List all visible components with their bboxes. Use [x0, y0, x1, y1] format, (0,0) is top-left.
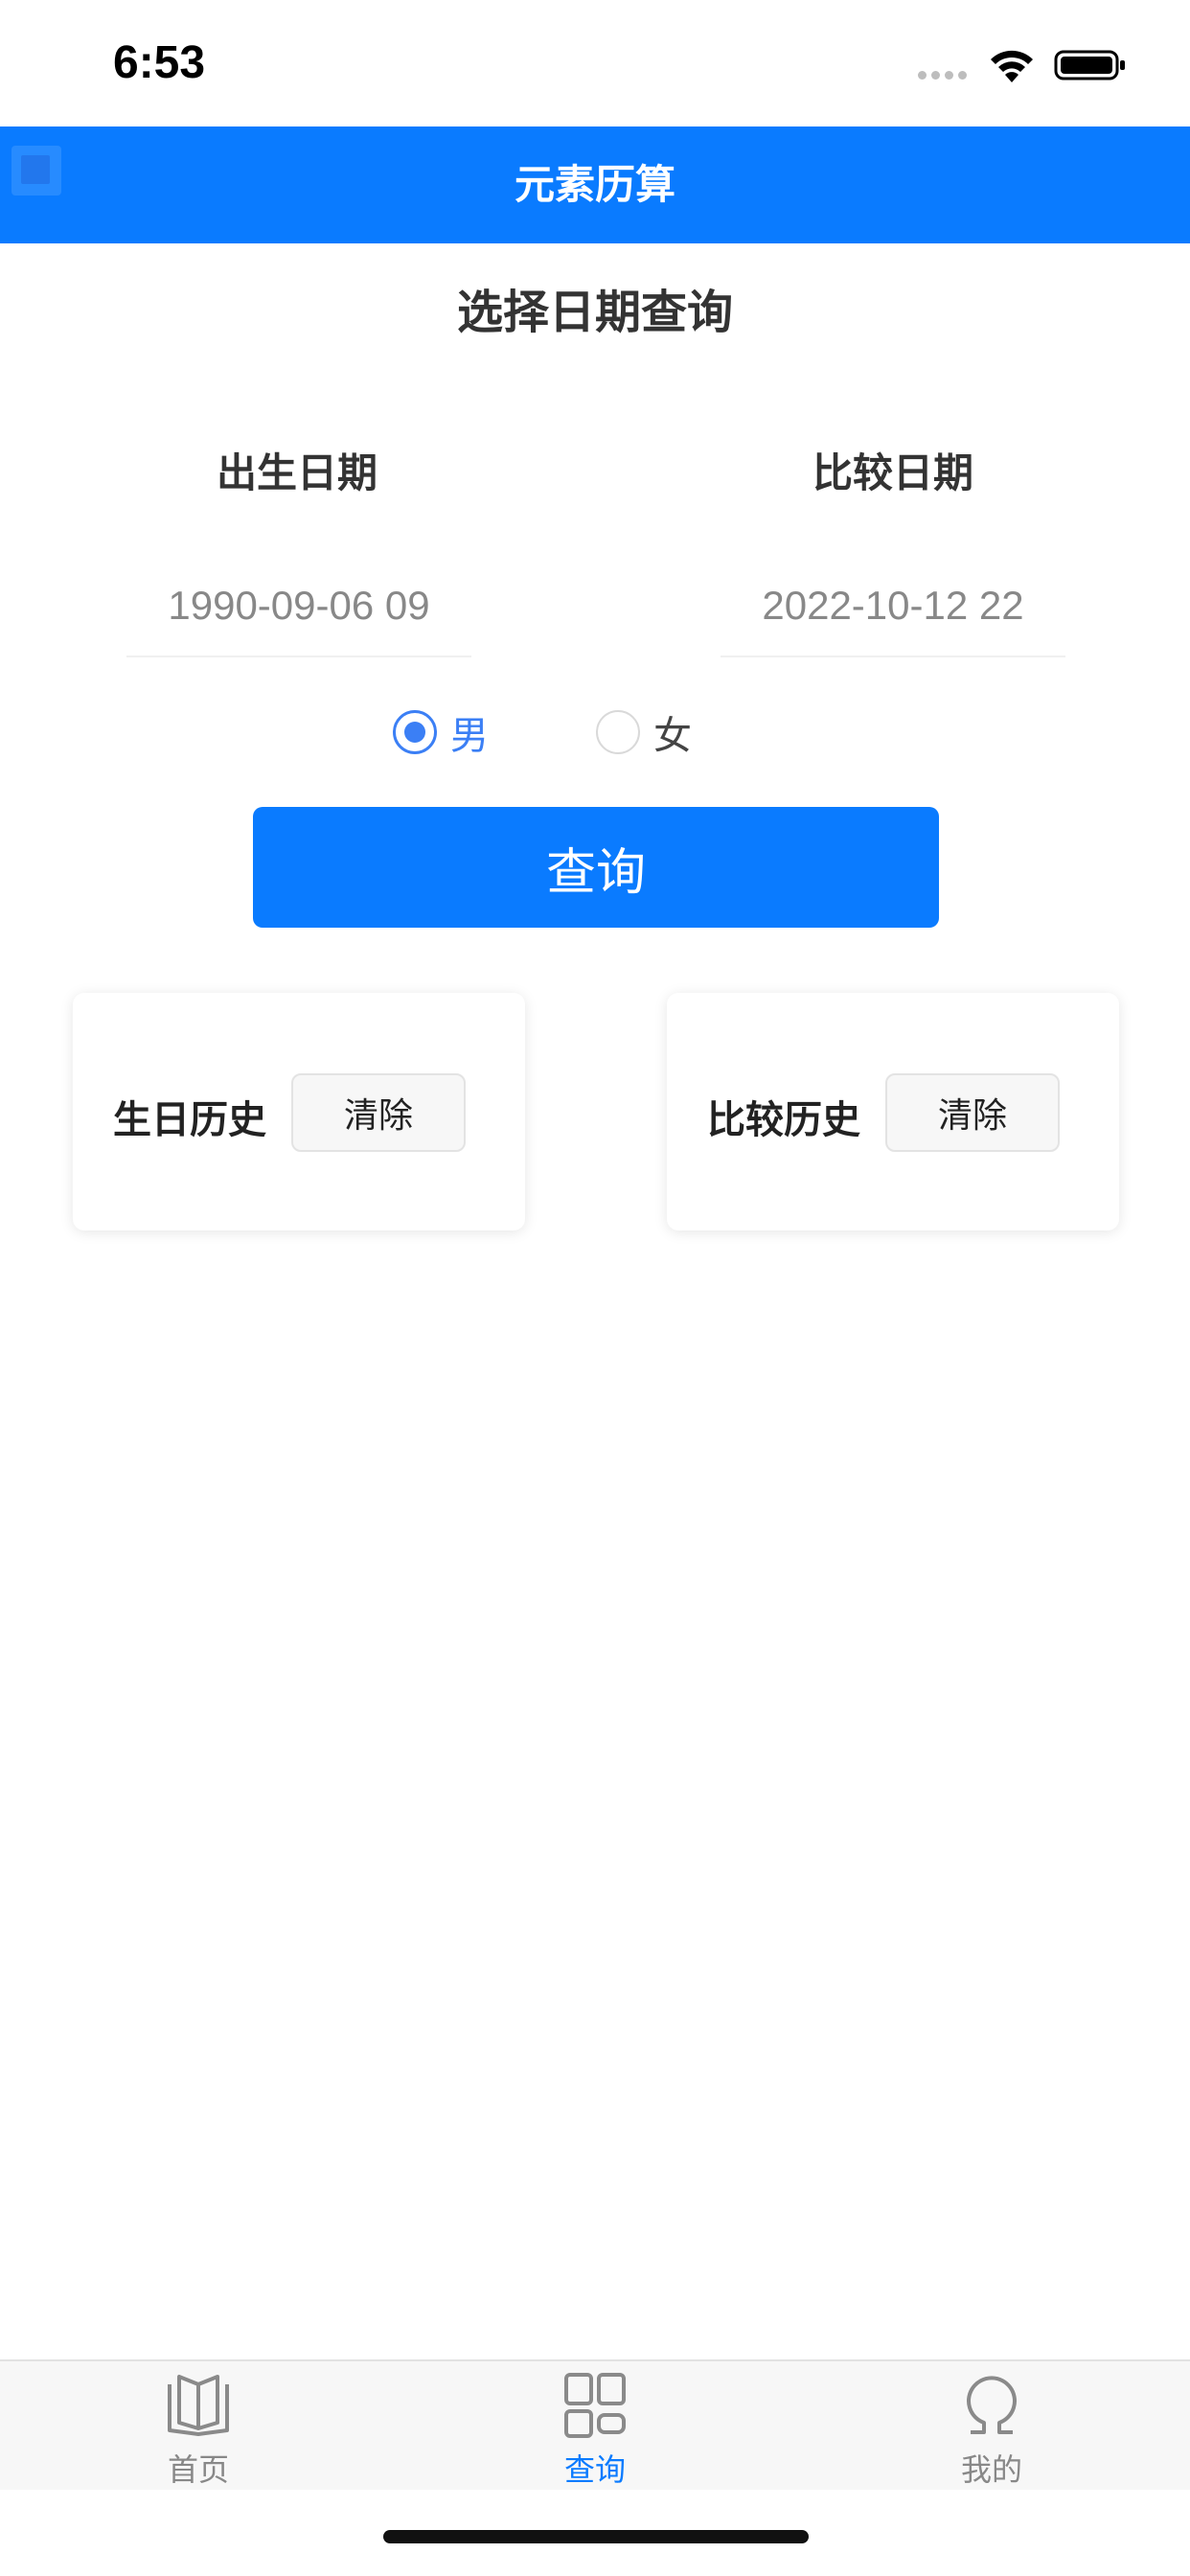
- tab-query[interactable]: 查询: [397, 2361, 793, 2492]
- compare-date-input[interactable]: [721, 556, 1065, 657]
- birthday-history-label: 生日历史: [113, 1098, 266, 1142]
- nav-bar: 元素历算: [0, 126, 1190, 243]
- page-title: 选择日期查询: [456, 286, 733, 339]
- status-time: 6:53: [113, 37, 206, 88]
- gender-radio-group: 男 女: [0, 705, 1190, 759]
- tab-mine[interactable]: 我的: [793, 2361, 1190, 2492]
- tab-query-label: 查询: [563, 2451, 626, 2488]
- compare-history-card: 比较历史 清除: [667, 993, 1119, 1230]
- wifi-icon: [991, 50, 1033, 82]
- clear-compare-history-button[interactable]: 清除: [885, 1073, 1060, 1152]
- compare-history-label: 比较历史: [707, 1098, 860, 1142]
- query-button[interactable]: 查询: [253, 807, 939, 928]
- book-icon: [168, 2375, 229, 2436]
- birthday-history-card: 生日历史 清除: [73, 993, 525, 1230]
- birth-date-label: 出生日期: [216, 449, 378, 496]
- battery-icon: [1054, 50, 1125, 80]
- tab-home[interactable]: 首页: [0, 2361, 397, 2492]
- omega-icon: [967, 2376, 1017, 2434]
- signal-icon: [918, 71, 970, 80]
- tab-home-label: 首页: [167, 2451, 229, 2488]
- nav-title: 元素历算: [514, 161, 675, 208]
- radio-checked-icon: [393, 710, 437, 754]
- gender-female-label: 女: [653, 714, 692, 758]
- clear-birthday-history-button[interactable]: 清除: [291, 1073, 466, 1152]
- status-bar: 6:53: [0, 0, 1190, 126]
- home-indicator: [383, 2530, 809, 2543]
- birth-date-input[interactable]: [126, 556, 471, 657]
- compare-date-label: 比较日期: [812, 449, 973, 496]
- gender-female-radio[interactable]: 女: [596, 705, 692, 759]
- gender-male-label: 男: [450, 714, 489, 758]
- tab-mine-label: 我的: [960, 2451, 1022, 2488]
- tab-bar: 首页 查询 我的: [0, 2359, 1190, 2490]
- grid-icon: [564, 2373, 626, 2438]
- radio-unchecked-icon: [596, 710, 640, 754]
- gender-male-radio[interactable]: 男: [393, 705, 489, 759]
